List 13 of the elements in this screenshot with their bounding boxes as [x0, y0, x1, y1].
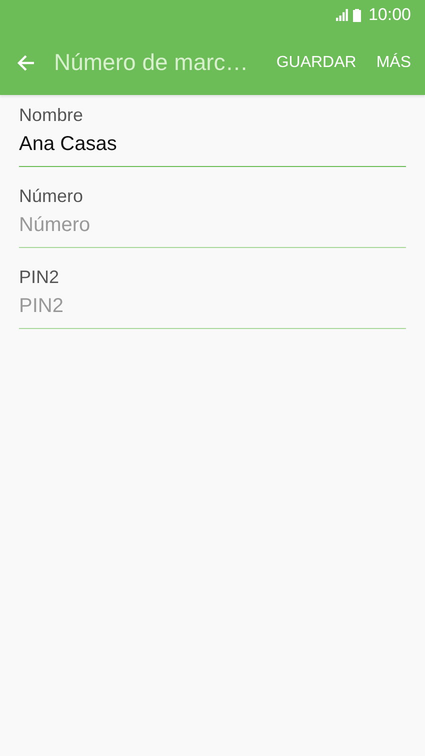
field-label: Nombre: [19, 104, 84, 127]
input-field[interactable]: Número: [19, 208, 406, 248]
status-time: 10:00: [368, 5, 411, 25]
input-field[interactable]: Ana Casas: [19, 127, 406, 167]
battery-icon: [353, 8, 362, 22]
input-field[interactable]: PIN2: [19, 289, 406, 329]
signal-icon: [336, 9, 350, 21]
field-label: Número: [19, 185, 84, 208]
field-label: PIN2: [19, 266, 60, 289]
toolbar-action[interactable]: MÁS: [370, 46, 425, 80]
back-arrow-icon: [16, 52, 36, 72]
toolbar-title: Número de marc…: [54, 49, 250, 76]
toolbar-action[interactable]: GUARDAR: [270, 46, 370, 80]
